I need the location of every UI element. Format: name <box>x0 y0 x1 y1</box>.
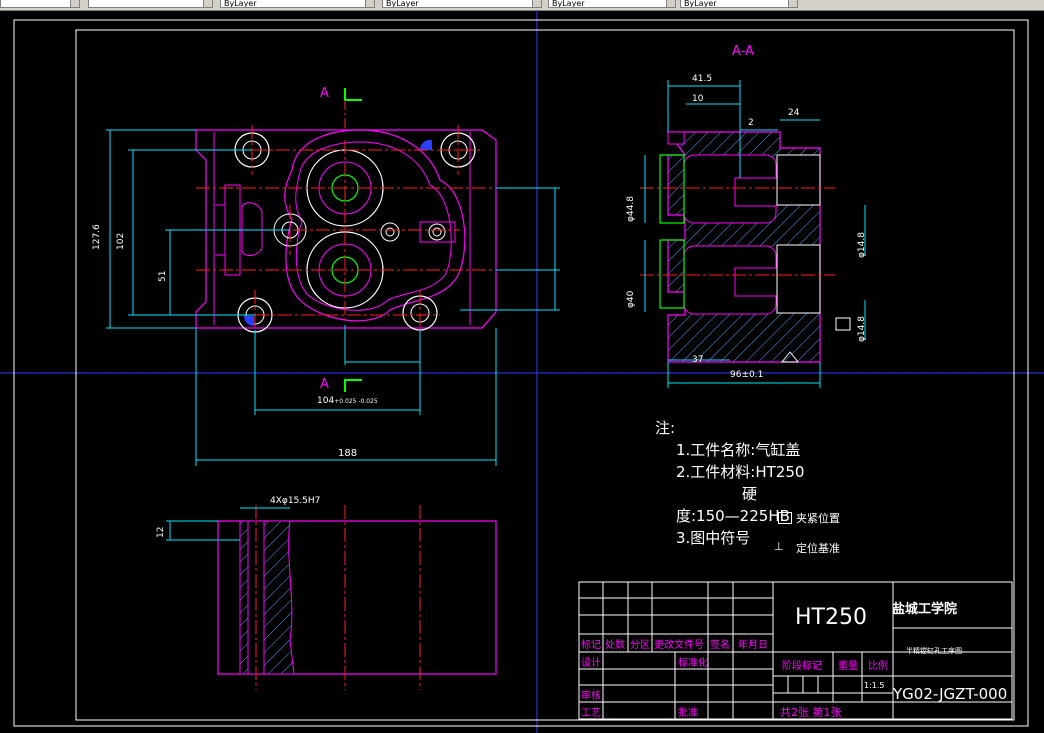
dim-phi14-b: φ14.8 <box>857 316 867 342</box>
slot-left <box>241 202 263 256</box>
section-view[interactable] <box>640 131 851 363</box>
tb-h-zone: 分区 <box>630 640 650 651</box>
tb-h-date: 年月日 <box>738 640 768 651</box>
dim-4x-hole: 4Xφ15.5H7 <box>270 496 321 506</box>
tb-h-sign: 签名 <box>710 640 730 651</box>
note-line-4: 3.图中符号 <box>676 529 751 547</box>
section-recess <box>667 131 685 145</box>
dim-104-value: 104 <box>317 396 335 406</box>
chevron-down-icon[interactable] <box>788 0 797 7</box>
title-drawing-no: YG02-JGZT-000 <box>893 685 1008 703</box>
tb-check: 审核 <box>581 691 601 702</box>
small-hole <box>380 222 400 242</box>
dim-104-tol: +0.025 -0.025 <box>334 398 378 405</box>
tb-scale-label: 比例 <box>868 661 888 672</box>
notes-heading: 注: <box>655 419 676 437</box>
small-hole <box>428 223 446 241</box>
dim-96: 96±0.1 <box>730 370 764 380</box>
tb-stage: 阶段标记 <box>782 661 822 672</box>
note-line-2: 2.工件材料:HT250 <box>676 463 805 481</box>
dim-41-5: 41.5 <box>692 74 713 84</box>
legend-locate: 定位基准 <box>796 542 840 555</box>
dim-10: 10 <box>692 94 704 104</box>
dim-24: 24 <box>788 108 800 118</box>
legend-clamp: 夹紧位置 <box>796 512 840 525</box>
note-line-3a: 硬 <box>742 485 758 503</box>
title-drawing-name: 半精镗缸孔工序图 <box>906 647 962 655</box>
dim-phi14-a: φ14.8 <box>857 232 867 258</box>
plotstyle-combo[interactable]: ByLayer <box>680 0 798 8</box>
upper-bore-section <box>734 177 778 207</box>
note-line-1: 1.工件名称:气缸盖 <box>676 441 801 459</box>
tb-h-count: 处数 <box>605 640 625 651</box>
section-cut-mark <box>344 379 362 392</box>
chevron-down-icon[interactable] <box>666 0 675 7</box>
clamp-symbol <box>835 317 851 331</box>
chevron-down-icon[interactable] <box>365 0 374 7</box>
dim-12: 12 <box>156 526 166 538</box>
lineweight-combo-value: ByLayer <box>552 0 585 8</box>
tb-h-mark: 标记 <box>581 640 601 651</box>
dim-37: 37 <box>692 355 704 365</box>
chevron-down-icon[interactable] <box>70 0 79 7</box>
title-sheets: 共2张 第1张 <box>780 706 842 719</box>
dim-2: 2 <box>748 118 754 128</box>
linetype-combo[interactable]: ByLayer <box>382 0 542 8</box>
color-combo[interactable]: ByLayer <box>220 0 375 8</box>
tb-standard: 标准化 <box>678 658 708 669</box>
clamp-marker <box>244 316 254 326</box>
title-material: HT250 <box>795 605 867 630</box>
drawing-canvas[interactable] <box>0 10 1044 733</box>
title-school: 盐城工学院 <box>892 602 958 617</box>
dim-188: 188 <box>338 448 358 459</box>
lower-counterbore <box>776 244 821 314</box>
boss-profile <box>284 129 466 322</box>
tb-process: 工艺 <box>581 708 601 719</box>
section-cut-mark <box>344 88 362 101</box>
chevron-down-icon[interactable] <box>532 0 541 7</box>
tb-h-docno: 更改文件号 <box>654 640 704 651</box>
cut-label-bottom: A <box>320 377 329 392</box>
tb-design: 设计 <box>581 658 601 669</box>
layer-combo[interactable] <box>0 0 80 8</box>
lineweight-combo[interactable]: ByLayer <box>548 0 676 8</box>
dim-102: 102 <box>116 232 126 250</box>
color-combo-value: ByLayer <box>224 0 257 8</box>
lower-bore-section <box>734 267 778 297</box>
datum-icon: ⊥ <box>774 540 784 553</box>
dim-phi44: φ44.8 <box>626 196 636 222</box>
dim-127: 127.6 <box>92 224 102 250</box>
plotstyle-combo-value: ByLayer <box>684 0 717 8</box>
title-scale: 1:1.5 <box>864 681 885 690</box>
chevron-down-icon[interactable] <box>203 0 212 7</box>
tb-approve: 批准 <box>678 708 698 719</box>
boss-profile-inner <box>295 141 452 311</box>
small-hole-inner <box>385 227 395 237</box>
front-dimensions <box>106 129 560 466</box>
dim-phi40: φ40 <box>626 290 636 308</box>
front-view[interactable] <box>195 88 500 392</box>
small-hole-inner <box>432 227 442 237</box>
upper-counterbore <box>776 154 821 206</box>
note-line-3b: 度:150—225HB <box>676 507 790 525</box>
clamp-icon <box>778 512 792 524</box>
tb-weight: 重量 <box>838 661 858 672</box>
clamp-marker <box>419 139 432 150</box>
linetype-combo-value: ByLayer <box>386 0 419 8</box>
bottom-view[interactable] <box>166 505 497 690</box>
section-label: A-A <box>732 44 754 59</box>
cut-label-top: A <box>320 86 329 101</box>
sheet-inner-border <box>75 29 1015 721</box>
dim-51: 51 <box>158 270 168 282</box>
dim-104: 104+0.025 -0.025 <box>317 396 378 406</box>
text-style-combo[interactable] <box>88 0 213 8</box>
